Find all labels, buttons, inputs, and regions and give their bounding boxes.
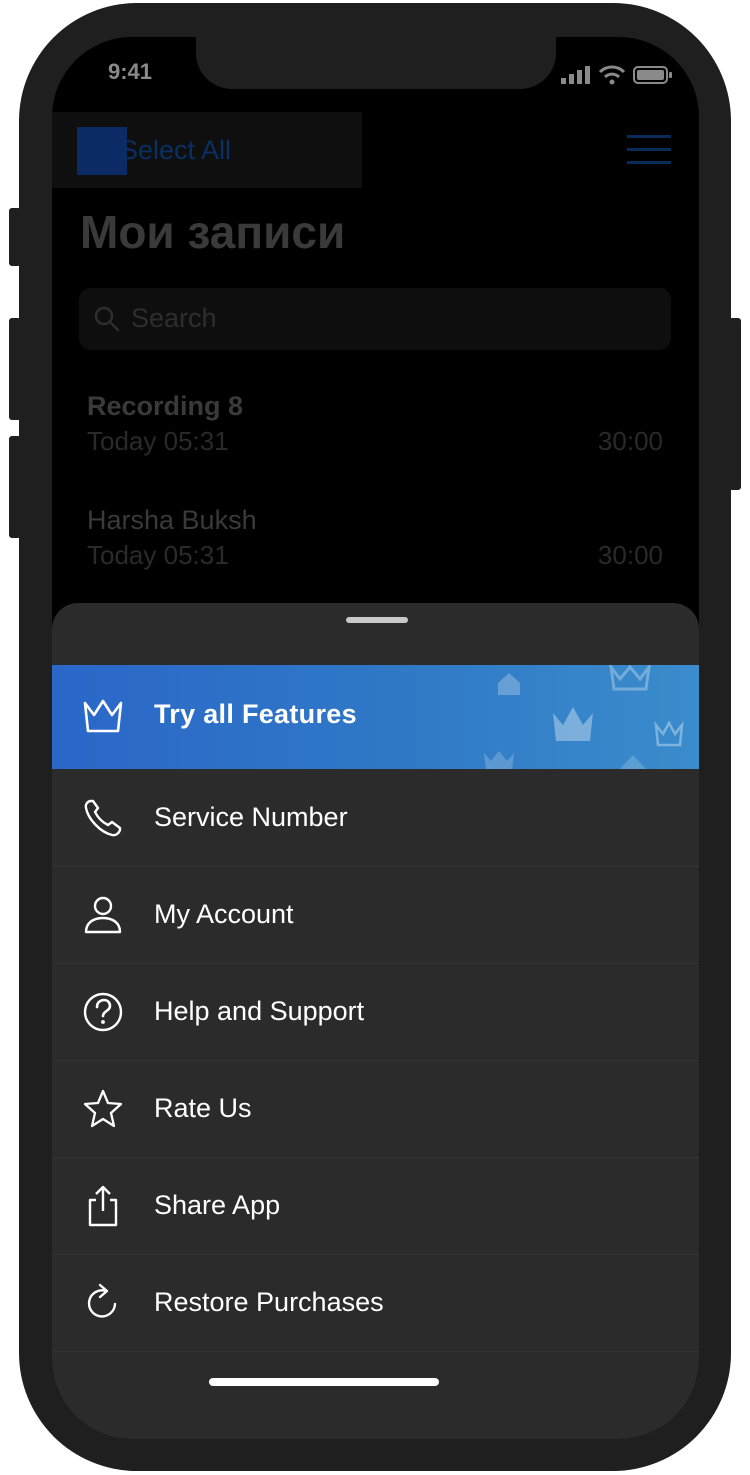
menu-icon[interactable] — [627, 135, 671, 174]
menu-item-restore-purchases[interactable]: Restore Purchases — [52, 1254, 699, 1352]
try-all-features-label: Try all Features — [154, 699, 357, 729]
menu-item-share-app[interactable]: Share App — [52, 1157, 699, 1255]
notch — [196, 37, 556, 89]
search-icon — [94, 306, 120, 332]
status-time: 9:41 — [108, 59, 153, 84]
recording-row[interactable]: Harsha Buksh Today 05:31 30:00 — [87, 505, 663, 571]
wifi-icon — [599, 65, 625, 85]
home-indicator[interactable] — [209, 1378, 439, 1386]
decorative-crown-small-icon — [654, 721, 684, 747]
recording-date: Today 05:31 — [87, 540, 229, 570]
menu-item-label: Restore Purchases — [154, 1287, 384, 1317]
menu-item-service-number[interactable]: Service Number — [52, 769, 699, 867]
recording-title: Harsha Buksh — [87, 505, 257, 535]
search-input[interactable]: Search — [79, 288, 671, 350]
volume-down-button — [9, 436, 21, 538]
menu-item-label: My Account — [154, 899, 294, 929]
recording-row[interactable]: Recording 8 Today 05:31 30:00 — [87, 391, 663, 457]
decorative-crown-partial-icon — [484, 751, 514, 769]
menu-item-my-account[interactable]: My Account — [52, 866, 699, 964]
menu-item-label: Share App — [154, 1190, 281, 1220]
menu-item-label: Rate Us — [154, 1093, 252, 1123]
select-all-label: Select All — [120, 135, 232, 165]
star-icon — [83, 1089, 123, 1128]
decorative-house-partial-icon — [620, 755, 646, 769]
restore-icon — [87, 1283, 117, 1318]
menu-item-label: Service Number — [154, 802, 348, 832]
sheet-grabber[interactable] — [346, 617, 408, 623]
share-icon — [88, 1185, 118, 1227]
user-icon — [84, 896, 122, 934]
recording-date: Today 05:31 — [87, 426, 229, 456]
help-icon — [83, 992, 123, 1032]
status-icons — [561, 65, 673, 85]
decorative-crown-outline-icon — [609, 665, 651, 691]
volume-up-button — [9, 318, 21, 420]
menu-item-rate-us[interactable]: Rate Us — [52, 1060, 699, 1158]
menu-item-label: Help and Support — [154, 996, 365, 1026]
crown-icon — [83, 699, 123, 733]
menu-item-help-and-support[interactable]: Help and Support — [52, 963, 699, 1061]
mute-switch — [9, 208, 21, 266]
bottom-sheet: Try all Features Service Number My Accou… — [52, 603, 699, 1439]
recording-title: Recording 8 — [87, 391, 244, 421]
decorative-crown-icon — [553, 707, 593, 741]
recording-duration: 30:00 — [597, 540, 663, 570]
screen: Select All Мои записи Search Recording 8… — [52, 37, 699, 1439]
signal-icon — [561, 66, 590, 84]
phone-icon — [84, 799, 122, 837]
battery-icon — [633, 66, 672, 84]
power-button — [729, 318, 741, 490]
try-all-features-banner[interactable]: Try all Features — [52, 665, 699, 769]
page-title: Мои записи — [80, 206, 346, 258]
search-placeholder: Search — [131, 303, 217, 333]
decorative-house-icon — [498, 673, 520, 695]
recording-duration: 30:00 — [597, 426, 663, 456]
